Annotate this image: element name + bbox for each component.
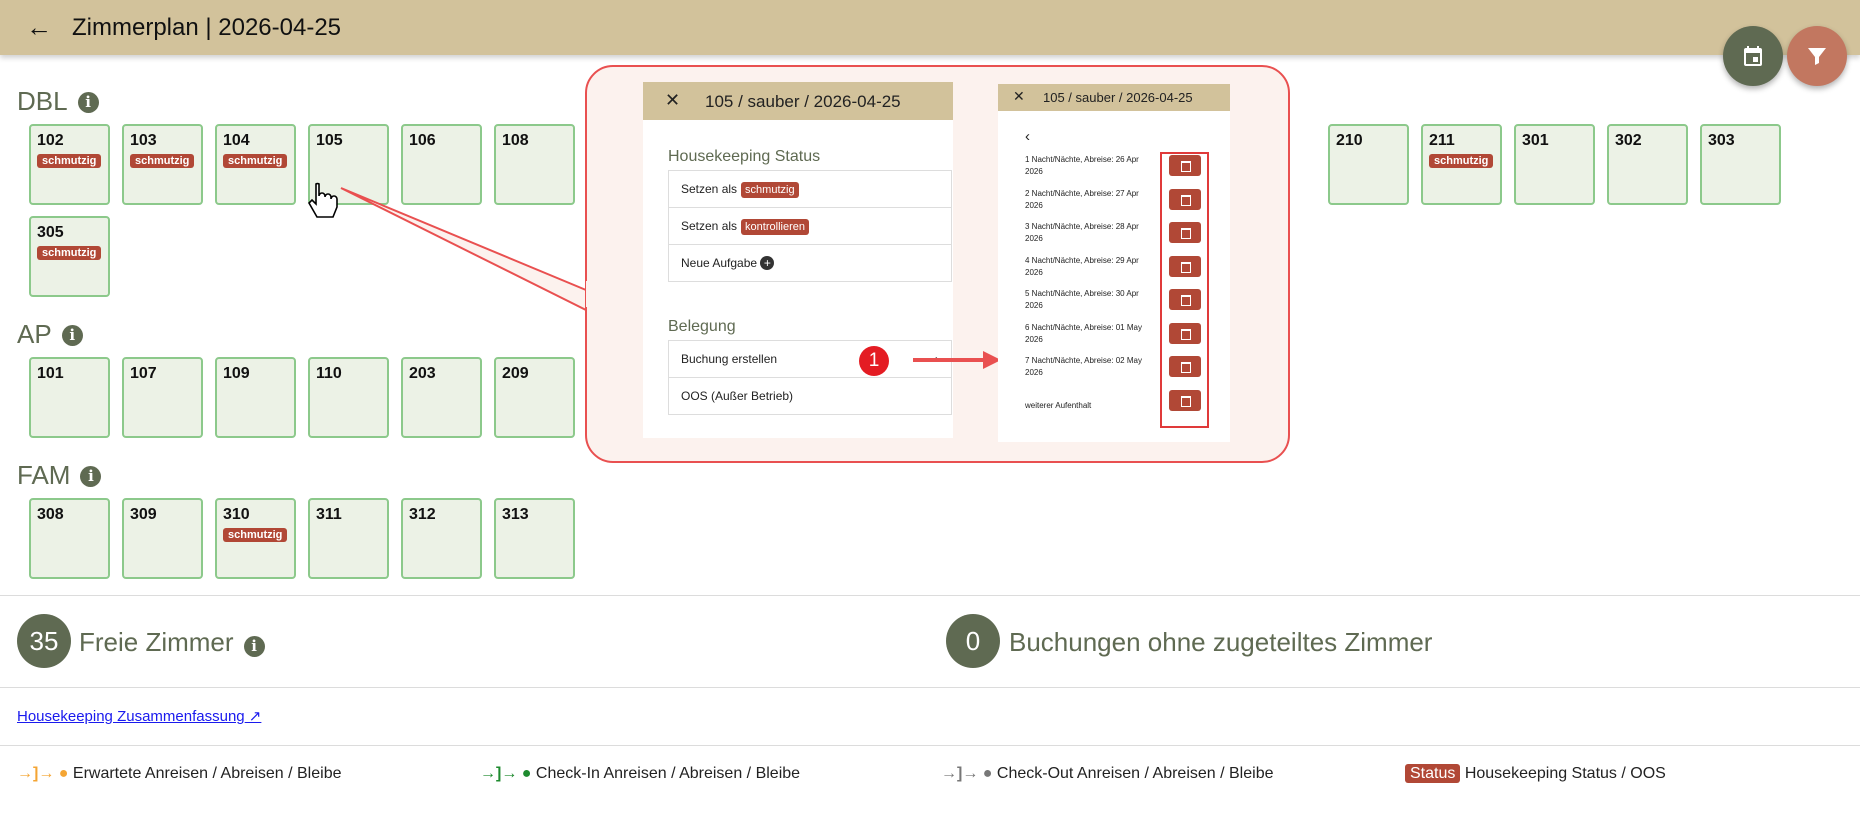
oos-row[interactable]: OOS (Außer Betrieb) bbox=[668, 377, 952, 415]
hand-cursor-icon bbox=[308, 182, 338, 218]
stay-option-label: 7 Nacht/Nächte, Abreise: 02 May 2026 bbox=[1025, 356, 1142, 377]
stay-option-label: 5 Nacht/Nächte, Abreise: 30 Apr 2026 bbox=[1025, 289, 1139, 310]
stay-option-label: 6 Nacht/Nächte, Abreise: 01 May 2026 bbox=[1025, 322, 1142, 344]
create-booking-row[interactable]: Buchung erstellen› bbox=[668, 340, 952, 378]
arrow-right-icon bbox=[913, 351, 1001, 369]
stay-option-label: 4 Nacht/Nächte, Abreise: 29 Apr 2026 bbox=[1025, 255, 1139, 277]
back-chevron-icon[interactable]: ‹ bbox=[1025, 128, 1030, 145]
set-dirty-row[interactable]: Setzen als schmutzig bbox=[668, 170, 952, 208]
room-dialog-screenshot: ✕ 105 / sauber / 2026-04-25 Housekeeping … bbox=[643, 82, 953, 438]
close-icon[interactable]: ✕ bbox=[665, 90, 680, 111]
stay-option-label: weiterer Aufenthalt bbox=[1025, 400, 1092, 410]
set-check-row[interactable]: Setzen als kontrollieren bbox=[668, 207, 952, 245]
stay-option-label: 3 Nacht/Nächte, Abreise: 28 Apr 2026 bbox=[1025, 222, 1139, 243]
stay-option-label: 1 Nacht/Nächte, Abreise: 26 Apr 2026 bbox=[1025, 155, 1139, 176]
step-badge: 1 bbox=[859, 346, 889, 376]
close-icon[interactable]: ✕ bbox=[1013, 88, 1025, 105]
stay-option-label: 2 Nacht/Nächte, Abreise: 27 Apr 2026 bbox=[1025, 188, 1139, 210]
new-task-row[interactable]: Neue Aufgabe + bbox=[668, 244, 952, 282]
plus-icon: + bbox=[760, 256, 775, 270]
highlight-box bbox=[1160, 152, 1209, 428]
